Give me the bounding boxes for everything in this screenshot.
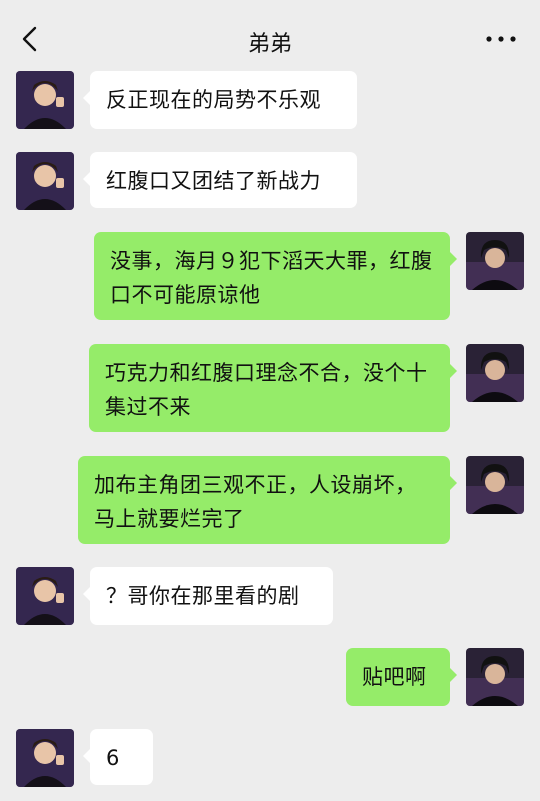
my-avatar[interactable]	[466, 456, 524, 514]
message-bubble[interactable]: ？哥你在那里看的剧	[83, 567, 333, 625]
contact-avatar[interactable]	[16, 71, 74, 129]
message-bubble[interactable]: 红腹口又团结了新战力	[83, 152, 357, 208]
message-bubble[interactable]: 贴吧啊	[346, 648, 457, 706]
message-bubble[interactable]: 6	[83, 729, 153, 785]
message-bubble[interactable]: 加布主角团三观不正，人设崩坏，马上就要烂完了	[78, 456, 457, 544]
contact-avatar[interactable]	[16, 729, 74, 787]
message-text: ？哥你在那里看的剧	[106, 584, 300, 608]
chat-title: 弟弟	[247, 32, 292, 57]
contact-avatar[interactable]	[16, 567, 74, 625]
more-dots-icon	[486, 36, 516, 42]
more-button[interactable]	[484, 26, 518, 52]
message-bubble[interactable]: 反正现在的局势不乐观	[83, 71, 357, 129]
message-text: 反正现在的局势不乐观	[106, 88, 321, 112]
message-bubble[interactable]: 巧克力和红腹口理念不合，没个十集过不来	[89, 344, 457, 432]
message-text: 贴吧啊	[362, 665, 427, 689]
message-text: 红腹口又团结了新战力	[106, 169, 321, 193]
message-text: 加布主角团三观不正，人设崩坏，马上就要烂完了	[94, 473, 417, 531]
my-avatar[interactable]	[466, 232, 524, 290]
my-avatar[interactable]	[466, 344, 524, 402]
message-text: 6	[106, 746, 120, 770]
chat-header: 弟弟	[0, 0, 540, 78]
contact-avatar[interactable]	[16, 152, 74, 210]
my-avatar[interactable]	[466, 648, 524, 706]
message-bubble[interactable]: 没事，海月９犯下滔天大罪，红腹口不可能原谅他	[94, 232, 457, 320]
message-text: 没事，海月９犯下滔天大罪，红腹口不可能原谅他	[110, 249, 433, 307]
message-text: 巧克力和红腹口理念不合，没个十集过不来	[105, 361, 428, 419]
